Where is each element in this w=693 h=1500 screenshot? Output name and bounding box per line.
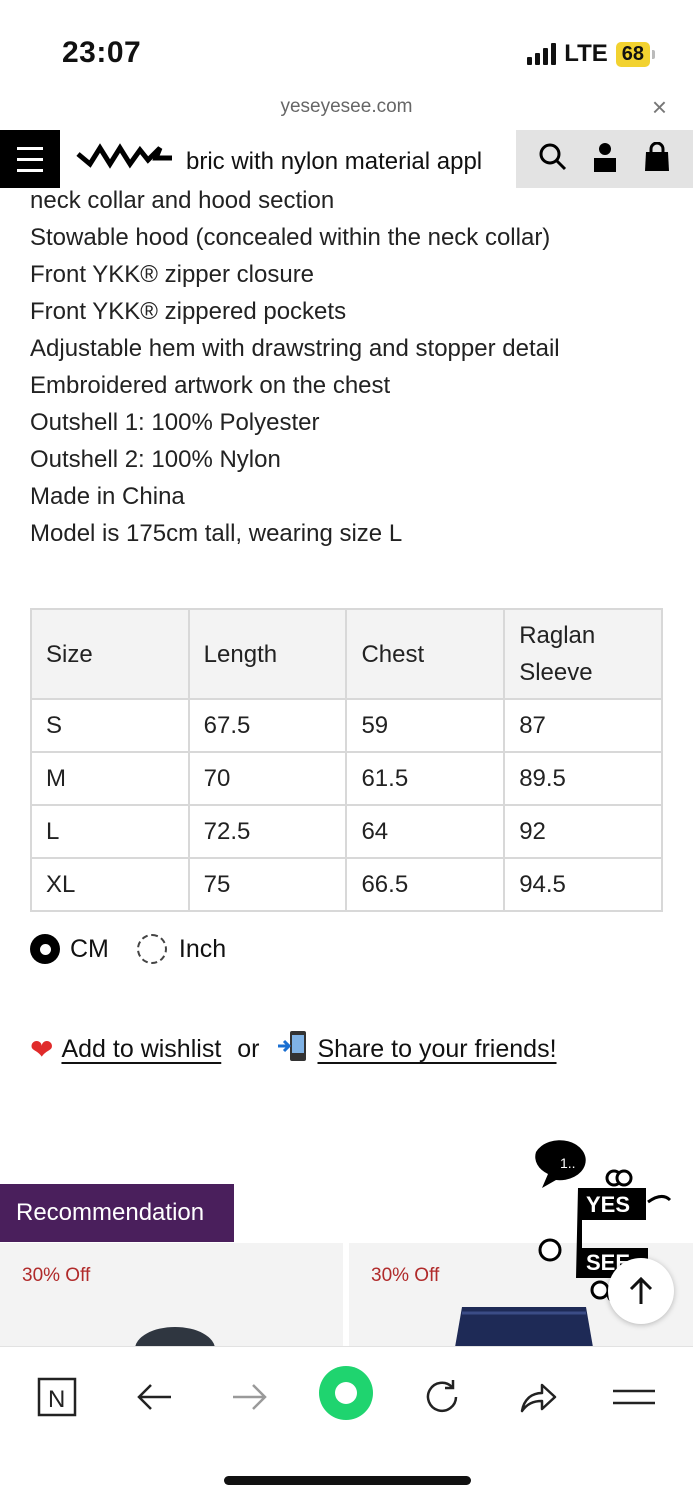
- share-to-friends-link[interactable]: Share to your friends!: [318, 1035, 557, 1064]
- table-header-cell: Length: [187, 608, 348, 700]
- description-line: neck collar and hood section: [30, 187, 335, 214]
- description-line: Embroidered artwork on the chest: [30, 372, 391, 399]
- table-cell: 59: [345, 698, 506, 753]
- share-arrow-icon: [520, 1383, 557, 1413]
- discount-badge: 30% Off: [22, 1265, 91, 1286]
- table-row: XL 75 66.5 94.5: [30, 857, 663, 912]
- menu-icon: [613, 1389, 655, 1405]
- size-table: Size Length Chest Raglan Sleeve S 67.5 59 87 M 70…: [30, 608, 663, 912]
- table-cell: S: [30, 698, 190, 753]
- table-cell: L: [30, 804, 190, 859]
- table-cell: 70: [187, 751, 348, 806]
- add-to-wishlist-link[interactable]: Add to wishlist: [61, 1035, 221, 1064]
- svg-text:EYE: EYE: [586, 1220, 630, 1245]
- table-row: S 67.5 59 87: [30, 698, 663, 753]
- reload-button[interactable]: [412, 1367, 472, 1427]
- description-line: Adjustable hem with drawstring and stopp…: [30, 335, 560, 362]
- home-indicator: [224, 1476, 471, 1485]
- header-snippet-text: bric with nylon material appl: [186, 148, 483, 175]
- description-line: Front YKK® zippered pockets: [30, 298, 347, 325]
- arrow-right-icon: [233, 1384, 267, 1410]
- cm-label[interactable]: CM: [70, 935, 109, 964]
- description-line: Model is 175cm tall, wearing size L: [30, 520, 403, 547]
- table-cell: 61.5: [345, 751, 506, 806]
- table-cell: 92: [503, 804, 663, 859]
- search-icon[interactable]: [538, 142, 568, 177]
- tab-letter: N: [48, 1386, 65, 1413]
- arrow-left-icon: [137, 1384, 171, 1410]
- reload-icon: [426, 1380, 458, 1413]
- table-cell: 75: [187, 857, 348, 912]
- table-cell: 89.5: [503, 751, 663, 806]
- account-icon[interactable]: [591, 142, 619, 177]
- or-text: or: [237, 1035, 260, 1063]
- discount-badge: 30% Off: [371, 1265, 440, 1286]
- share-actions: ❤ Add to wishlist or Share to your frien…: [30, 1030, 557, 1069]
- table-row: M 70 61.5 89.5: [30, 751, 663, 806]
- tabs-button[interactable]: N: [27, 1367, 87, 1427]
- inch-label[interactable]: Inch: [179, 935, 226, 964]
- cart-icon[interactable]: [642, 141, 672, 177]
- forward-button[interactable]: [220, 1367, 280, 1427]
- table-cell: 72.5: [187, 804, 348, 859]
- battery-level: 68: [615, 41, 650, 67]
- table-cell: 64: [345, 804, 506, 859]
- description-line: Front YKK® zipper closure: [30, 261, 315, 288]
- table-header-row: Size Length Chest Raglan Sleeve: [30, 608, 663, 700]
- heart-icon: ❤: [30, 1034, 54, 1065]
- battery-icon: [652, 49, 655, 59]
- mascot-bubble-text: 1..: [560, 1155, 576, 1171]
- back-button[interactable]: [124, 1367, 184, 1427]
- status-indicators: LTE 68: [527, 40, 655, 68]
- description-line: Outshell 1: 100% Polyester: [30, 409, 320, 436]
- brand-logo[interactable]: [76, 140, 176, 179]
- table-row: L 72.5 64 92: [30, 804, 663, 859]
- table-header-cell: Size: [30, 608, 190, 700]
- cm-radio[interactable]: [30, 934, 60, 964]
- url-label[interactable]: yeseyesee.com: [0, 96, 693, 118]
- table-cell: 66.5: [345, 857, 506, 912]
- table-cell: XL: [30, 857, 190, 912]
- recommendation-heading: Recommendation: [0, 1184, 234, 1242]
- signal-icon: [527, 43, 557, 65]
- more-menu-button[interactable]: [604, 1367, 664, 1427]
- close-icon[interactable]: ×: [652, 92, 667, 123]
- browser-logo-icon: [319, 1366, 373, 1420]
- unit-toggle: CM Inch: [30, 934, 226, 964]
- hamburger-icon: [17, 143, 43, 176]
- table-cell: 67.5: [187, 698, 348, 753]
- scroll-to-top-button[interactable]: [608, 1258, 674, 1324]
- menu-button[interactable]: [0, 130, 60, 188]
- header-actions: [516, 130, 693, 188]
- table-cell: 94.5: [503, 857, 663, 912]
- network-type: LTE: [564, 40, 608, 67]
- share-button[interactable]: [508, 1367, 568, 1427]
- description-line: Stowable hood (concealed within the neck…: [30, 224, 551, 251]
- table-cell: M: [30, 751, 190, 806]
- svg-text:YES: YES: [586, 1192, 630, 1217]
- table-header-cell: Raglan Sleeve: [503, 608, 663, 700]
- table-header-cell: Chest: [345, 608, 506, 700]
- status-time: 23:07: [62, 36, 142, 69]
- product-card[interactable]: 30% Off: [0, 1243, 343, 1346]
- description-line: Made in China: [30, 483, 185, 510]
- description-line: Outshell 2: 100% Nylon: [30, 446, 281, 473]
- product-description: neck collar and hood section Stowable hoo…: [30, 182, 560, 552]
- home-button[interactable]: [316, 1363, 376, 1423]
- phone-icon: [276, 1030, 310, 1069]
- table-cell: 87: [503, 698, 663, 753]
- product-thumbnail: [135, 1327, 215, 1346]
- arrow-up-icon: [629, 1276, 653, 1304]
- inch-radio[interactable]: [136, 934, 167, 964]
